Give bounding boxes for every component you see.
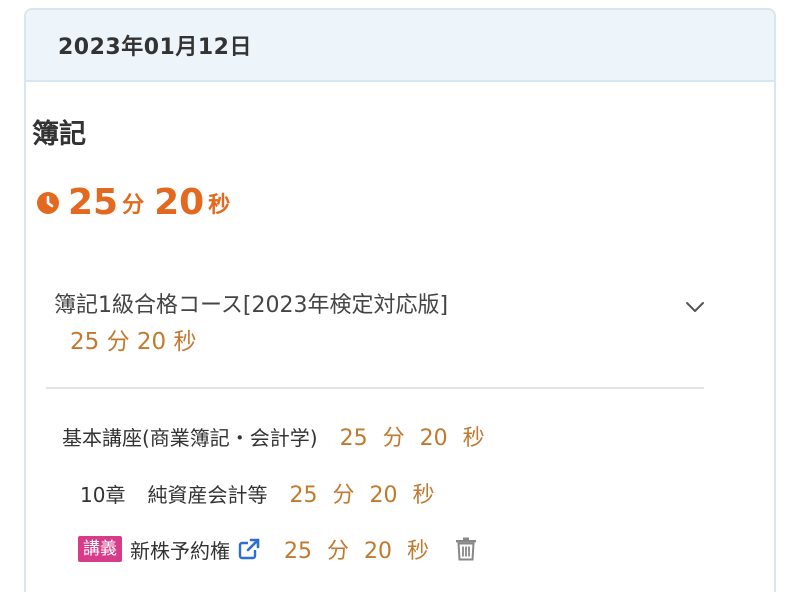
lecture-group-name: 基本講座(商業簿記・会計学) bbox=[62, 426, 318, 450]
chevron-down-icon[interactable] bbox=[684, 296, 706, 318]
course-minutes-unit: 分 bbox=[106, 329, 130, 355]
subject-title: 簿記 bbox=[32, 119, 86, 150]
total-minutes-unit: 分 bbox=[122, 193, 145, 218]
total-seconds: 20 bbox=[154, 182, 205, 223]
total-minutes: 25 bbox=[68, 182, 119, 223]
lecture-group-time: 25 分 20 秒 bbox=[340, 426, 485, 451]
lesson-row: 講義 新株予約権 25 分 20 秒 bbox=[78, 533, 477, 565]
course-minutes: 25 bbox=[70, 329, 100, 355]
course-name: 簿記1級合格コース[2023年検定対応版] bbox=[54, 293, 449, 318]
lesson-seconds: 20 bbox=[364, 539, 393, 564]
lecture-group-row: 基本講座(商業簿記・会計学) 25 分 20 秒 bbox=[62, 420, 485, 452]
chapter-seconds-unit: 秒 bbox=[412, 483, 435, 508]
record-date: 2023年01月12日 bbox=[58, 35, 252, 60]
lecture-group-seconds-unit: 秒 bbox=[462, 426, 485, 451]
lesson-name: 新株予約権 bbox=[130, 538, 230, 563]
chapter-row: 10章 純資産会計等 25 分 20 秒 bbox=[80, 477, 434, 509]
lecture-group-seconds: 20 bbox=[419, 426, 448, 451]
trash-icon[interactable] bbox=[455, 537, 477, 561]
clock-icon bbox=[37, 192, 59, 214]
chapter-name: 純資産会計等 bbox=[147, 483, 268, 507]
chapter-number: 10章 bbox=[80, 483, 126, 507]
chapter-seconds: 20 bbox=[369, 483, 398, 508]
lesson-seconds-unit: 秒 bbox=[407, 539, 430, 564]
lecture-group-minutes-unit: 分 bbox=[382, 426, 405, 451]
lesson-minutes: 25 bbox=[284, 539, 312, 564]
card-header: 2023年01月12日 bbox=[26, 10, 774, 82]
course-seconds-unit: 秒 bbox=[173, 329, 197, 355]
lecture-badge: 講義 bbox=[78, 536, 122, 562]
total-seconds-unit: 秒 bbox=[208, 193, 231, 218]
chapter-time: 25 分 20 秒 bbox=[289, 483, 434, 508]
chapter-minutes-unit: 分 bbox=[332, 483, 355, 508]
subject-total-time: 25 分 20 秒 bbox=[36, 183, 230, 223]
course-accordion[interactable]: 簿記1級合格コース[2023年検定対応版] 25 分 20 秒 bbox=[54, 290, 704, 380]
lesson-time: 25 分 20 秒 bbox=[284, 533, 429, 565]
external-link-icon[interactable] bbox=[238, 538, 260, 560]
lesson-minutes-unit: 分 bbox=[327, 539, 350, 564]
chapter-minutes: 25 bbox=[289, 483, 318, 508]
course-time: 25 分 20 秒 bbox=[70, 328, 704, 356]
section-divider bbox=[46, 387, 704, 389]
lecture-group-minutes: 25 bbox=[339, 426, 368, 451]
course-seconds: 20 bbox=[136, 329, 167, 355]
